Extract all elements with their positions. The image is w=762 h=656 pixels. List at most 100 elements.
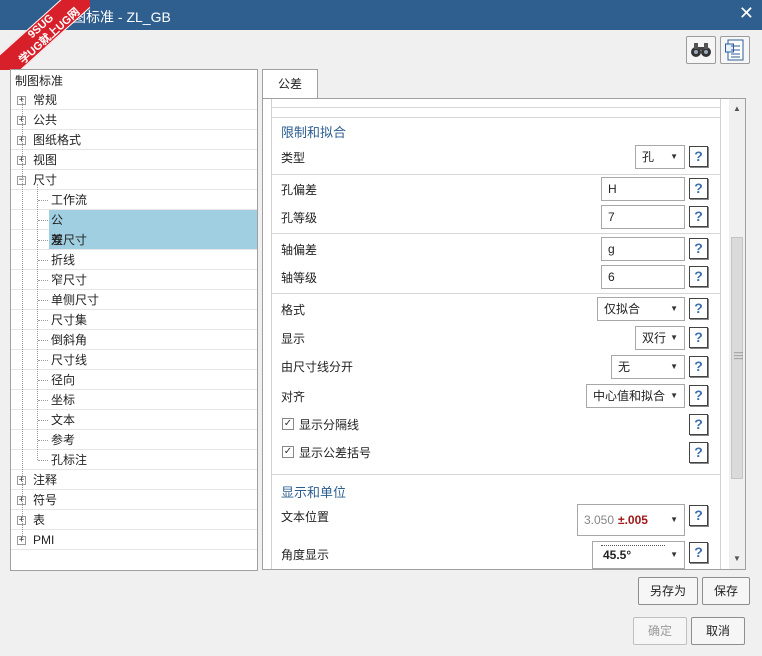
tree-item[interactable]: 工作流 [11, 190, 257, 210]
tree-item[interactable]: 文本 [11, 410, 257, 430]
help-icon[interactable]: ? [689, 505, 708, 526]
tree-item[interactable]: + 公共 [11, 110, 257, 130]
help-icon[interactable]: ? [689, 356, 708, 377]
tree-item-label: 参考 [51, 433, 76, 447]
hole-grade-label: 孔等级 [281, 211, 318, 225]
text-position-tolerance: ±.005 [618, 513, 648, 527]
tree-root[interactable]: 制图标准 [15, 72, 63, 90]
scroll-down-icon[interactable]: ▼ [729, 551, 745, 567]
tab-tolerance[interactable]: 公差 [262, 69, 318, 100]
tree-item[interactable]: 双尺寸 [11, 230, 257, 250]
hole-grade-field[interactable]: 7 [601, 205, 685, 229]
ok-button[interactable]: 确定 [633, 617, 687, 645]
show-divider-checkbox[interactable]: ✓ [282, 418, 294, 430]
tree-item[interactable]: 窄尺寸 [11, 270, 257, 290]
tree-item-label: 工作流 [51, 193, 88, 207]
tree-guide-line [38, 340, 48, 341]
split-label: 由尺寸线分开 [281, 360, 354, 374]
section-title-limits-fits: 限制和拟合 [281, 125, 347, 140]
scroll-up-icon[interactable]: ▲ [729, 101, 745, 117]
tree-item[interactable]: + 符号 [11, 490, 257, 510]
type-dropdown[interactable]: 孔 ▼ [635, 145, 685, 169]
save-button[interactable]: 保存 [702, 577, 750, 605]
chevron-down-icon: ▼ [670, 550, 678, 559]
show-parentheses-checkbox[interactable]: ✓ [282, 446, 294, 458]
help-icon[interactable]: ? [689, 146, 708, 167]
help-icon[interactable]: ? [689, 298, 708, 319]
tree-item[interactable]: + 视图 [11, 150, 257, 170]
tree-item[interactable]: + 图纸格式 [11, 130, 257, 150]
help-icon[interactable]: ? [689, 266, 708, 287]
save-as-button[interactable]: 另存为 [638, 577, 698, 605]
help-icon[interactable]: ? [689, 442, 708, 463]
chevron-down-icon: ▼ [670, 152, 678, 161]
text-position-value: 3.050 [584, 513, 615, 527]
divider [271, 474, 721, 475]
title-bar: 图标准 - ZL_GB ✕ [0, 0, 762, 30]
tree-item[interactable]: + 常规 [11, 90, 257, 110]
tree-item[interactable]: 倒斜角 [11, 330, 257, 350]
divider [271, 117, 721, 118]
help-icon[interactable]: ? [689, 414, 708, 435]
type-label: 类型 [281, 151, 306, 165]
tree-item[interactable]: 公差 [11, 210, 257, 250]
help-icon[interactable]: ? [689, 206, 708, 227]
tree-guide-line [38, 260, 48, 261]
tree-guide-line [38, 400, 48, 401]
tree-item-label: 常规 [33, 93, 58, 107]
hole-deviation-field[interactable]: H [601, 177, 685, 201]
tree-item-label: 折线 [51, 253, 76, 267]
tree-item[interactable]: 单侧尺寸 [11, 290, 257, 310]
divider [271, 293, 721, 294]
show-divider-label: 显示分隔线 [299, 418, 360, 432]
align-dropdown[interactable]: 中心值和拟合 ▼ [586, 384, 685, 408]
help-icon[interactable]: ? [689, 178, 708, 199]
help-icon[interactable]: ? [689, 238, 708, 259]
text-position-dropdown[interactable]: 3.050 ±.005 ▼ [577, 504, 685, 536]
format-value: 仅拟合 [604, 302, 641, 316]
tree-item[interactable]: 尺寸集 [11, 310, 257, 330]
panel-scrollbar[interactable]: ▲ ― ― ― ▼ [729, 99, 745, 569]
tree-item[interactable]: 参考 [11, 430, 257, 450]
shaft-deviation-field[interactable]: g [601, 237, 685, 261]
tree-item[interactable]: + PMI [11, 530, 257, 550]
close-icon[interactable]: ✕ [739, 3, 754, 24]
chevron-down-icon: ▼ [670, 304, 678, 313]
cancel-button[interactable]: 取消 [691, 617, 745, 645]
tree-guide-line [38, 320, 48, 321]
load-settings-button[interactable] [720, 36, 750, 64]
tree-item[interactable]: 坐标 [11, 390, 257, 410]
text-position-label: 文本位置 [281, 510, 330, 524]
split-dropdown[interactable]: 无 ▼ [611, 355, 685, 379]
shaft-grade-field[interactable]: 6 [601, 265, 685, 289]
help-icon[interactable]: ? [689, 327, 708, 348]
tree-item-label: 图纸格式 [33, 133, 82, 147]
tree-guide-line [38, 280, 48, 281]
tree-item[interactable]: 孔标注 [11, 450, 257, 470]
divider [271, 107, 721, 108]
tree-item[interactable]: 径向 [11, 370, 257, 390]
help-icon[interactable]: ? [689, 385, 708, 406]
help-icon[interactable]: ? [689, 542, 708, 563]
shaft-deviation-label: 轴偏差 [281, 243, 318, 257]
tree-item-label: 尺寸集 [51, 313, 88, 327]
binoculars-icon [691, 43, 711, 57]
tree-item[interactable]: + 表 [11, 510, 257, 530]
tree-item[interactable]: 折线 [11, 250, 257, 270]
tree-guide-line [38, 440, 48, 441]
settings-panel: 限制和拟合 类型 孔 ▼ ? 孔偏差 H ? 孔等级 7 ? 轴偏差 g ? 轴… [262, 98, 746, 570]
find-button[interactable] [686, 36, 716, 64]
format-dropdown[interactable]: 仅拟合 ▼ [597, 297, 685, 321]
tree-guide-line [38, 240, 48, 241]
display-dropdown[interactable]: 双行 ▼ [635, 326, 685, 350]
tree-item[interactable]: 尺寸线 [11, 350, 257, 370]
scroll-thumb[interactable]: ― ― ― [731, 237, 743, 479]
tree-guide-line [37, 184, 38, 460]
tree-guide-line [38, 360, 48, 361]
tree-item[interactable]: + 注释 [11, 470, 257, 490]
tree-item-label: 公共 [33, 113, 58, 127]
tree-item[interactable]: − 尺寸 [11, 170, 257, 190]
chevron-down-icon: ▼ [670, 515, 678, 524]
tree-item-label: 径向 [51, 373, 76, 387]
angle-display-dropdown[interactable]: 45.5° ▼ [592, 541, 685, 569]
